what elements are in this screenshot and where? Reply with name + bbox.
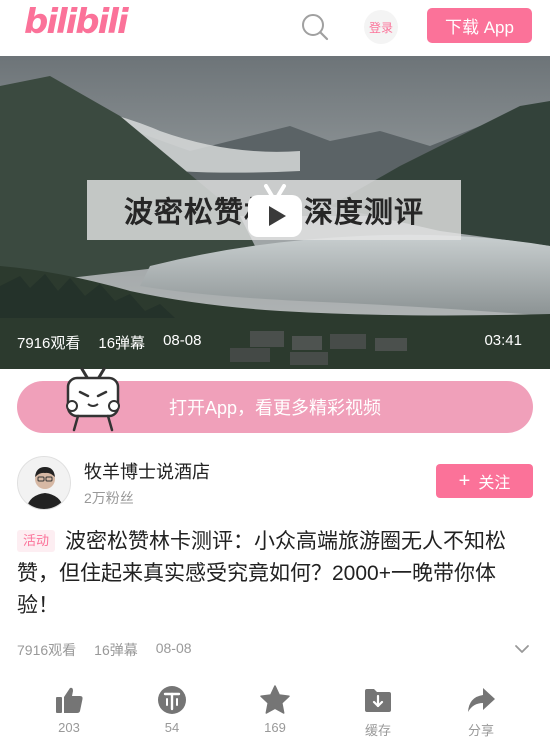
download-app-button[interactable]: 下载 App [427, 8, 532, 43]
follow-button[interactable]: + 关注 [436, 464, 533, 498]
play-icon[interactable] [244, 184, 306, 240]
video-date: 08-08 [163, 332, 202, 349]
info-danmaku: 16弹幕 [94, 642, 138, 658]
uploader-fans: 2万粉丝 [84, 490, 134, 506]
like-button[interactable]: 203 [29, 684, 109, 735]
cache-label: 缓存 [364, 723, 391, 738]
favorite-button[interactable]: 169 [235, 684, 315, 735]
video-stats: 7916观看 16弹幕 08-08 [17, 332, 201, 353]
video-title-text: 波密松赞林卡测评：小众高端旅游圈无人不知松赞，但住起来真实感受究竟如何？2000… [17, 530, 507, 617]
info-views: 7916观看 [17, 642, 77, 658]
cache-button[interactable]: 缓存 [338, 684, 418, 739]
login-button[interactable]: 登录 [364, 10, 398, 44]
share-button[interactable]: 分享 [441, 684, 521, 739]
tv-mascot-icon [62, 366, 124, 436]
follow-label: 关注 [478, 475, 511, 492]
info-date: 08-08 [155, 640, 192, 656]
video-views: 7916观看 [17, 335, 81, 352]
activity-tag[interactable]: 活动 [17, 530, 56, 552]
thumbs-up-icon [56, 687, 83, 713]
plus-icon: + [458, 470, 471, 492]
download-folder-icon [365, 689, 391, 712]
video-info-row: 7916观看 16弹幕 08-08 [17, 640, 192, 660]
search-icon[interactable] [300, 12, 330, 42]
uploader-name[interactable]: 牧羊博士说酒店 [84, 458, 210, 484]
top-bar: bilibili 登录 下载 App [0, 0, 550, 56]
action-bar: 203 54 169 缓存 分享 [0, 684, 550, 744]
favorite-count: 169 [264, 720, 286, 735]
video-duration: 03:41 [484, 332, 522, 349]
share-arrow-icon [468, 688, 495, 712]
star-icon [260, 685, 290, 714]
coin-count: 54 [164, 720, 180, 735]
coin-icon [158, 686, 186, 714]
bilibili-logo[interactable]: bilibili [24, 2, 129, 42]
like-count: 203 [58, 720, 80, 735]
video-title: 活动 波密松赞林卡测评：小众高端旅游圈无人不知松赞，但住起来真实感受究竟如何？20… [17, 526, 535, 622]
share-label: 分享 [467, 723, 494, 738]
video-player[interactable]: 波密松赞林卡深度测评 7916观看 16弹幕 08-08 03:41 [0, 56, 550, 369]
video-danmaku: 16弹幕 [98, 335, 146, 352]
uploader-avatar[interactable] [17, 456, 71, 510]
coin-button[interactable]: 54 [132, 684, 212, 735]
chevron-down-icon[interactable] [514, 642, 530, 654]
